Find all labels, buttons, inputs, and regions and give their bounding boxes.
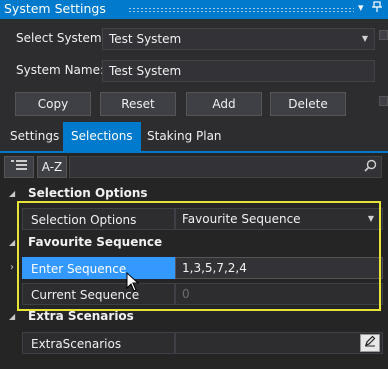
category-selection-options[interactable]: ◢ Selection Options [0,183,384,204]
drag-grip[interactable] [128,7,354,13]
selection-options-combo[interactable]: Favourite Sequence ▼ [175,208,383,230]
property-row-selection-options[interactable]: Selection Options Favourite Sequence ▼ [22,208,383,230]
categorized-icon [11,160,27,170]
extra-scenarios-value [175,332,383,354]
system-name-input[interactable]: Test System [102,60,375,82]
system-name-label: System Name: [16,63,105,77]
categorized-button[interactable] [4,156,34,178]
category-extra-scenarios[interactable]: ◢ Extra Scenarios [0,306,384,327]
current-sequence-value: 0 [175,283,383,305]
collapse-icon: ◢ [9,312,16,321]
property-name: Selection Options [22,208,175,230]
property-row-current-sequence[interactable]: Current Sequence 0 [22,283,383,305]
select-system-label: Select System: [16,31,106,45]
side-expand-button[interactable] [379,30,388,40]
select-system-value: Test System [109,32,182,46]
title-bar: System Settings ▾ [0,0,388,19]
add-button[interactable]: Add [186,92,262,116]
collapse-icon: ◢ [9,189,16,198]
delete-button[interactable]: Delete [270,92,346,116]
select-system-combo[interactable]: Test System ▼ [102,28,375,50]
edit-icon[interactable] [360,334,380,352]
side-expand-button-2[interactable] [379,96,388,106]
sort-az-button[interactable]: A-Z [37,156,67,178]
property-row-enter-sequence[interactable]: Enter Sequence 1,3,5,7,2,4 [22,257,383,279]
tab-staking-plan[interactable]: Staking Plan [139,122,230,151]
window-title: System Settings [4,1,106,16]
pin-icon[interactable] [372,1,382,16]
collapse-icon: ◢ [9,238,16,247]
tab-settings[interactable]: Settings [2,122,67,151]
reset-button[interactable]: Reset [100,92,176,116]
mouse-cursor-icon [126,272,140,292]
property-name: ExtraScenarios [22,332,175,354]
enter-sequence-input[interactable]: 1,3,5,7,2,4 [175,257,383,279]
copy-button[interactable]: Copy [15,92,91,116]
tab-selections[interactable]: Selections [63,122,141,151]
property-name: Current Sequence [22,283,175,305]
search-icon [364,159,377,176]
dropdown-icon[interactable]: ▾ [358,1,364,14]
category-favourite-sequence[interactable]: ◢ Favourite Sequence [0,232,384,253]
property-row-extra-scenarios[interactable]: ExtraScenarios [22,332,383,354]
property-name: Enter Sequence [22,257,175,279]
property-search-input[interactable] [69,156,382,178]
row-selector-icon: › [10,262,14,273]
chevron-down-icon: ▼ [361,34,368,43]
chevron-down-icon: ▼ [367,214,374,223]
